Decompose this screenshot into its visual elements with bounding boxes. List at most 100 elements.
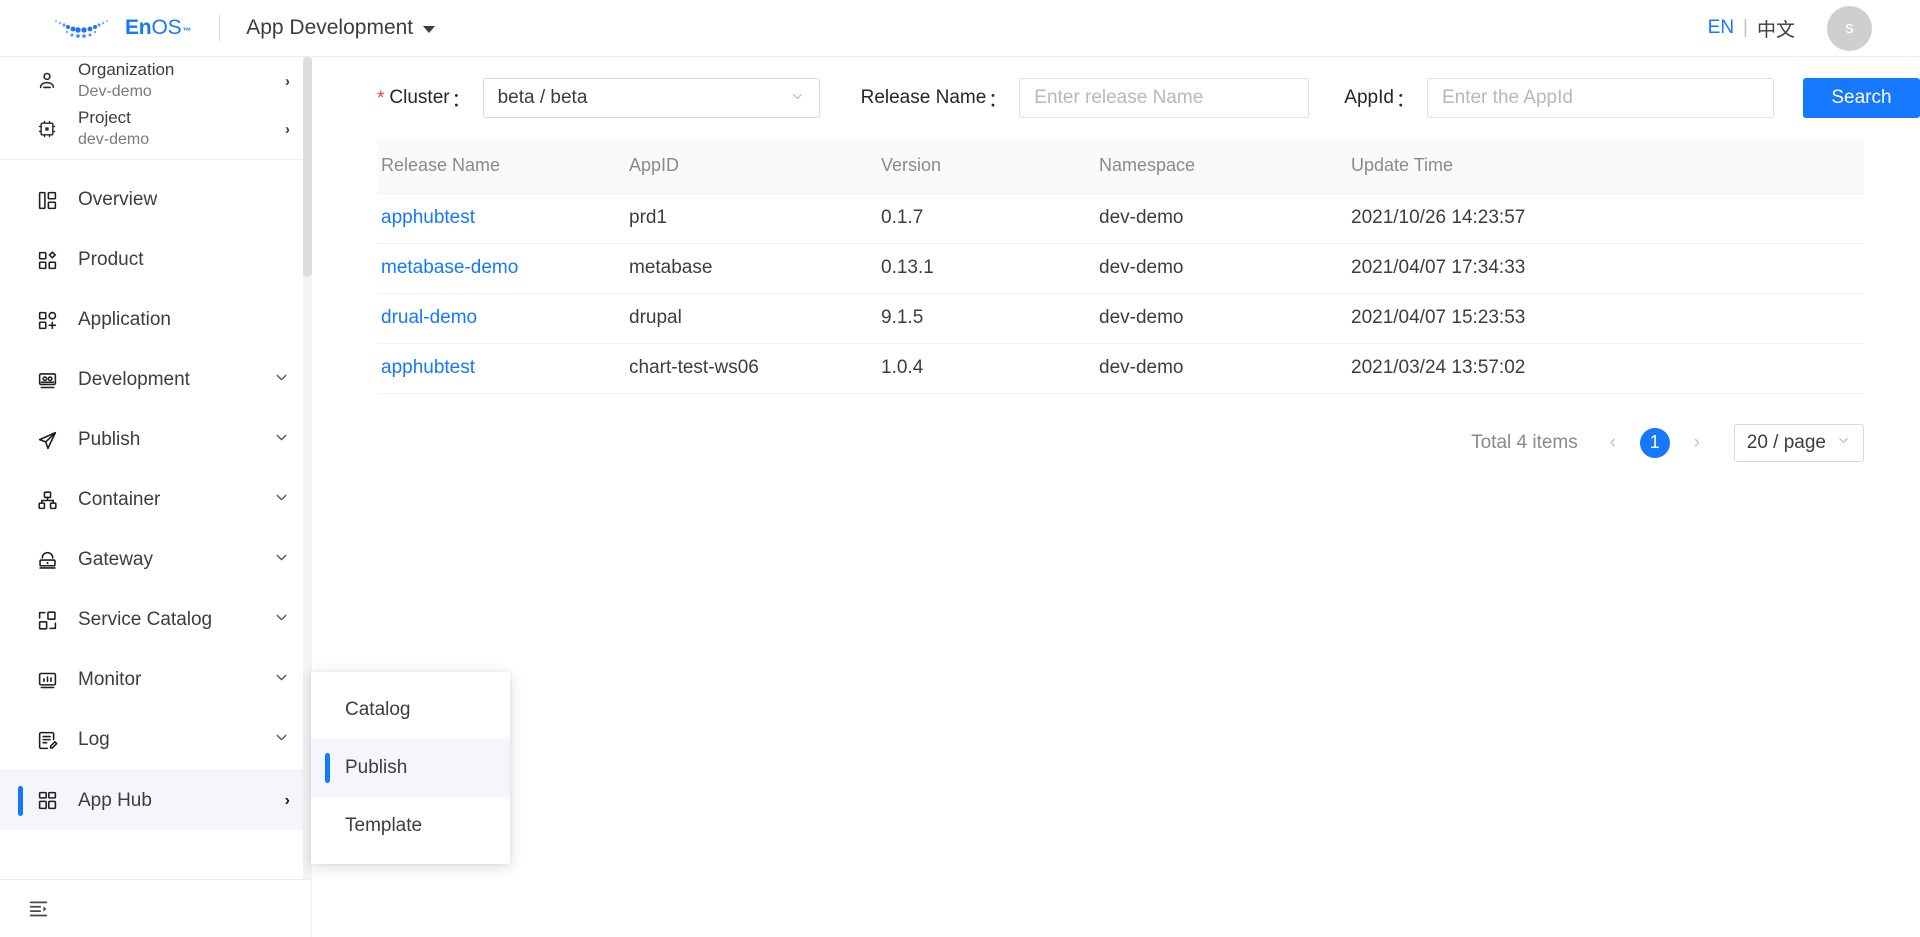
pagination-page-1[interactable]: 1 bbox=[1640, 428, 1670, 458]
header-divider bbox=[219, 15, 220, 41]
release-name-link[interactable]: apphubtest bbox=[381, 207, 475, 228]
sidebar-item-monitor-label: Monitor bbox=[78, 669, 141, 691]
sidebar-context-project[interactable]: Project dev-demo › bbox=[0, 105, 312, 153]
appid-input[interactable] bbox=[1427, 78, 1774, 118]
release-name-input[interactable] bbox=[1019, 78, 1309, 118]
language-en[interactable]: EN bbox=[1708, 17, 1734, 39]
brand-trademark: ™ bbox=[182, 26, 191, 36]
release-name-link[interactable]: drual-demo bbox=[381, 307, 477, 328]
cell-update-time: 2021/04/07 15:23:53 bbox=[1351, 293, 1864, 343]
chevron-down-icon bbox=[273, 369, 290, 391]
cluster-label-colon: ： bbox=[452, 85, 471, 112]
appid-label-text: AppId bbox=[1344, 87, 1394, 109]
sidebar-item-application-label: Application bbox=[78, 309, 171, 331]
sidebar: Organization Dev-demo › Project dev-demo… bbox=[0, 57, 312, 937]
cell-version: 9.1.5 bbox=[881, 293, 1099, 343]
main-content: *Cluster： beta / beta Release Name： AppI bbox=[321, 57, 1920, 937]
cell-namespace: dev-demo bbox=[1099, 243, 1351, 293]
app-hub-submenu-flyout: Catalog Publish Template bbox=[311, 672, 510, 864]
cluster-field: *Cluster： beta / beta bbox=[377, 78, 820, 118]
sidebar-item-gateway[interactable]: Gateway bbox=[0, 530, 312, 590]
language-switcher: EN | 中文 bbox=[1708, 15, 1795, 42]
pagination-total: Total 4 items bbox=[1471, 432, 1578, 454]
release-name-link[interactable]: metabase-demo bbox=[381, 257, 518, 278]
sidebar-scrollbar-thumb[interactable] bbox=[303, 57, 312, 277]
table-header-row: Release Name AppID Version Namespace Upd… bbox=[377, 139, 1864, 193]
chevron-down-icon bbox=[273, 429, 290, 451]
sidebar-item-service-catalog-label: Service Catalog bbox=[78, 609, 212, 631]
chevron-right-icon: › bbox=[285, 792, 290, 810]
chevron-down-icon bbox=[423, 26, 435, 33]
sidebar-context-project-labels: Project dev-demo bbox=[78, 107, 149, 151]
chevron-down-icon bbox=[273, 609, 290, 631]
collapse-sidebar-icon[interactable] bbox=[28, 898, 49, 919]
sidebar-item-service-catalog[interactable]: Service Catalog bbox=[0, 590, 312, 650]
release-name-label-colon: ： bbox=[988, 85, 1007, 112]
avatar-initial: s bbox=[1845, 18, 1854, 38]
required-marker: * bbox=[377, 89, 384, 108]
sidebar-item-container[interactable]: Container bbox=[0, 470, 312, 530]
language-zh[interactable]: 中文 bbox=[1757, 15, 1795, 42]
sidebar-item-gateway-label: Gateway bbox=[78, 549, 153, 571]
releases-table-container: Release Name AppID Version Namespace Upd… bbox=[321, 139, 1920, 394]
cell-release-name: metabase-demo bbox=[377, 243, 629, 293]
sidebar-item-application[interactable]: Application bbox=[0, 290, 312, 350]
sidebar-item-app-hub-label: App Hub bbox=[78, 790, 152, 812]
sidebar-item-product[interactable]: Product bbox=[0, 230, 312, 290]
gateway-icon bbox=[34, 550, 60, 571]
overview-icon bbox=[34, 190, 60, 211]
release-name-link[interactable]: apphubtest bbox=[381, 357, 475, 378]
releases-table: Release Name AppID Version Namespace Upd… bbox=[377, 139, 1864, 394]
app-switcher[interactable]: App Development bbox=[246, 16, 435, 40]
chevron-down-icon bbox=[273, 549, 290, 571]
column-header-release-name: Release Name bbox=[377, 139, 629, 193]
submenu-item-publish[interactable]: Publish bbox=[311, 739, 510, 797]
pagination-prev-button[interactable]: ‹ bbox=[1600, 426, 1626, 460]
sidebar-item-product-label: Product bbox=[78, 249, 143, 271]
application-icon bbox=[34, 310, 60, 331]
sidebar-context-organization[interactable]: Organization Dev-demo › bbox=[0, 57, 312, 105]
monitor-icon bbox=[34, 670, 60, 691]
table-row[interactable]: apphubtest chart-test-ws06 1.0.4 dev-dem… bbox=[377, 343, 1864, 393]
sidebar-item-overview[interactable]: Overview bbox=[0, 170, 312, 230]
cluster-select[interactable]: beta / beta bbox=[483, 78, 820, 118]
chevron-right-icon: › bbox=[285, 73, 290, 90]
language-separator: | bbox=[1743, 17, 1748, 39]
chevron-down-icon bbox=[273, 669, 290, 691]
sidebar-item-publish[interactable]: Publish bbox=[0, 410, 312, 470]
chevron-down-icon bbox=[273, 729, 290, 751]
sidebar-item-container-label: Container bbox=[78, 489, 160, 511]
pagination-next-button[interactable]: › bbox=[1684, 426, 1710, 460]
project-icon bbox=[34, 119, 60, 139]
table-row[interactable]: drual-demo drupal 9.1.5 dev-demo 2021/04… bbox=[377, 293, 1864, 343]
cluster-select-value: beta / beta bbox=[498, 87, 588, 109]
cell-appid: drupal bbox=[629, 293, 881, 343]
chevron-down-icon bbox=[1836, 433, 1851, 452]
cell-appid: metabase bbox=[629, 243, 881, 293]
table-header: Release Name AppID Version Namespace Upd… bbox=[377, 139, 1864, 193]
page-size-value: 20 / page bbox=[1747, 432, 1826, 454]
cell-namespace: dev-demo bbox=[1099, 193, 1351, 243]
submenu-item-catalog[interactable]: Catalog bbox=[311, 681, 510, 739]
sidebar-item-log[interactable]: Log bbox=[0, 710, 312, 770]
app-hub-icon bbox=[34, 790, 60, 811]
cell-namespace: dev-demo bbox=[1099, 293, 1351, 343]
search-button[interactable]: Search bbox=[1803, 78, 1920, 118]
appid-field: AppId： bbox=[1344, 78, 1774, 118]
sidebar-item-monitor[interactable]: Monitor bbox=[0, 650, 312, 710]
table-row[interactable]: metabase-demo metabase 0.13.1 dev-demo 2… bbox=[377, 243, 1864, 293]
table-row[interactable]: apphubtest prd1 0.1.7 dev-demo 2021/10/2… bbox=[377, 193, 1864, 243]
page-size-select[interactable]: 20 / page bbox=[1734, 424, 1864, 462]
avatar[interactable]: s bbox=[1827, 6, 1872, 51]
cell-release-name: apphubtest bbox=[377, 343, 629, 393]
sidebar-item-development[interactable]: Development bbox=[0, 350, 312, 410]
cell-version: 0.13.1 bbox=[881, 243, 1099, 293]
sidebar-item-log-label: Log bbox=[78, 729, 110, 751]
cell-version: 1.0.4 bbox=[881, 343, 1099, 393]
cell-appid: chart-test-ws06 bbox=[629, 343, 881, 393]
submenu-item-template[interactable]: Template bbox=[311, 797, 510, 855]
sidebar-item-app-hub[interactable]: App Hub › bbox=[0, 770, 312, 830]
brand-logo[interactable]: EnOS™ bbox=[48, 15, 191, 41]
chevron-down-icon bbox=[273, 489, 290, 511]
brand-os: OS bbox=[151, 16, 181, 40]
